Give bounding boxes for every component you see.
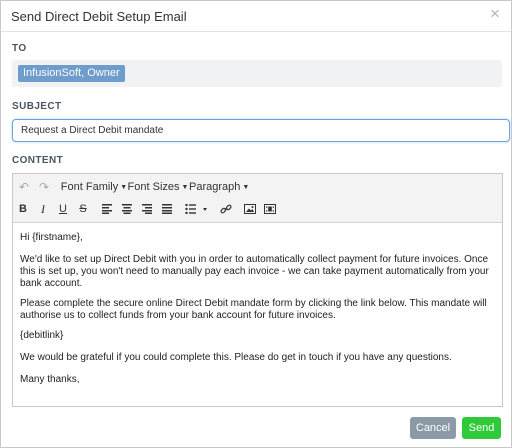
cancel-button[interactable]: Cancel: [410, 417, 456, 439]
editor-body[interactable]: Hi {firstname}, We'd like to set up Dire…: [13, 223, 502, 406]
body-paragraph: Many thanks,: [20, 374, 80, 385]
font-family-label: Font Family: [60, 181, 119, 193]
font-sizes-dropdown[interactable]: Font Sizes ▼: [124, 179, 192, 195]
body-paragraph: We'd like to set up Direct Debit with yo…: [20, 254, 489, 289]
image-icon[interactable]: [243, 201, 257, 217]
dialog-header: Send Direct Debit Setup Email ×: [1, 1, 511, 32]
content-label: CONTENT: [12, 155, 64, 166]
toolbar-row-bottom: B I U S: [13, 198, 502, 220]
content-editor: ↶ ↷ Font Family ▼ Font Sizes ▼ Paragraph ▼ …: [12, 173, 503, 407]
bullet-list-dropdown[interactable]: [185, 201, 209, 217]
paragraph-label: Paragraph: [189, 181, 241, 193]
align-justify-icon[interactable]: [161, 201, 173, 217]
dialog-footer: Cancel Send: [1, 413, 511, 447]
to-label: TO: [12, 43, 27, 54]
recipient-tag[interactable]: InfusionSoft, Owner: [18, 65, 125, 82]
dialog-title: Send Direct Debit Setup Email: [11, 9, 187, 24]
undo-icon[interactable]: ↶: [17, 179, 31, 195]
bullet-list-icon: [185, 204, 207, 214]
paragraph-dropdown[interactable]: Paragraph ▼: [189, 179, 249, 195]
media-icon[interactable]: [263, 201, 277, 217]
body-paragraph: {debitlink}: [20, 330, 64, 341]
italic-button[interactable]: I: [37, 201, 49, 217]
underline-button[interactable]: U: [57, 201, 69, 217]
redo-icon[interactable]: ↷: [37, 179, 51, 195]
send-direct-debit-dialog: Send Direct Debit Setup Email × TO Infus…: [0, 0, 512, 448]
align-left-icon[interactable]: [101, 201, 113, 217]
body-paragraph: We would be grateful if you could comple…: [20, 352, 452, 363]
subject-input[interactable]: [12, 119, 510, 142]
editor-toolbar: ↶ ↷ Font Family ▼ Font Sizes ▼ Paragraph ▼ …: [13, 174, 502, 223]
font-sizes-label: Font Sizes: [127, 181, 180, 193]
close-icon[interactable]: ×: [487, 5, 503, 23]
font-family-dropdown[interactable]: Font Family ▼: [60, 179, 128, 195]
bold-button[interactable]: B: [17, 201, 29, 217]
body-paragraph: Hi {firstname},: [20, 232, 83, 243]
align-center-icon[interactable]: [121, 201, 133, 217]
chevron-down-icon: ▼: [181, 184, 189, 191]
subject-label: SUBJECT: [12, 101, 62, 112]
send-button[interactable]: Send: [462, 417, 501, 439]
align-right-icon[interactable]: [141, 201, 153, 217]
strikethrough-button[interactable]: S: [77, 201, 89, 217]
link-icon[interactable]: [219, 201, 233, 217]
chevron-down-icon: ▼: [242, 184, 250, 191]
to-field[interactable]: InfusionSoft, Owner: [12, 60, 502, 87]
body-paragraph: Please complete the secure online Direct…: [20, 298, 487, 321]
toolbar-row-top: ↶ ↷ Font Family ▼ Font Sizes ▼ Paragraph ▼: [13, 176, 502, 198]
